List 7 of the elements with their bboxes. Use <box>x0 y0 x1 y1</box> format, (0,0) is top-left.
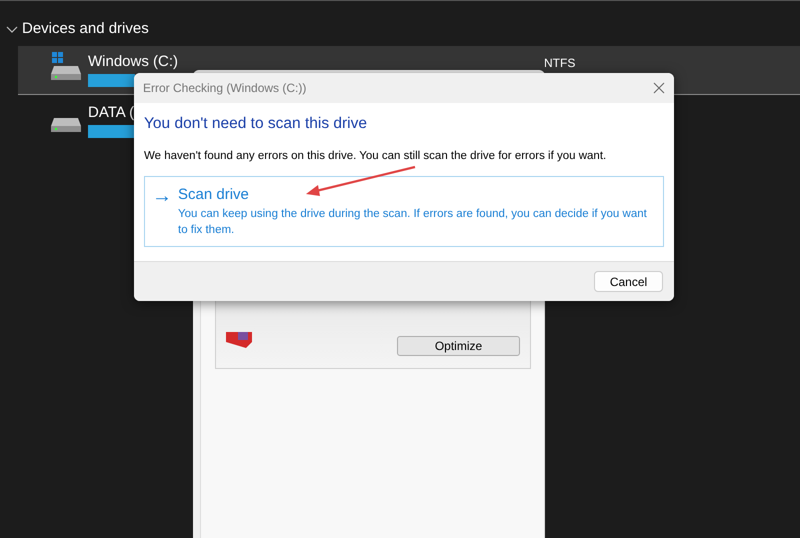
drive-name: DATA ( <box>88 104 135 121</box>
drive-name: Windows (C:) <box>88 53 178 70</box>
dialog-message: We haven't found any errors on this drive. You can still scan the drive for errors if you want. <box>144 150 608 162</box>
dialog-heading: You don't need to scan this drive <box>144 115 368 133</box>
filesystem-label: NTFS <box>544 56 576 70</box>
section-title: Devices and drives <box>22 20 149 37</box>
dialog-title: Error Checking (Windows (C:)) <box>143 81 306 95</box>
